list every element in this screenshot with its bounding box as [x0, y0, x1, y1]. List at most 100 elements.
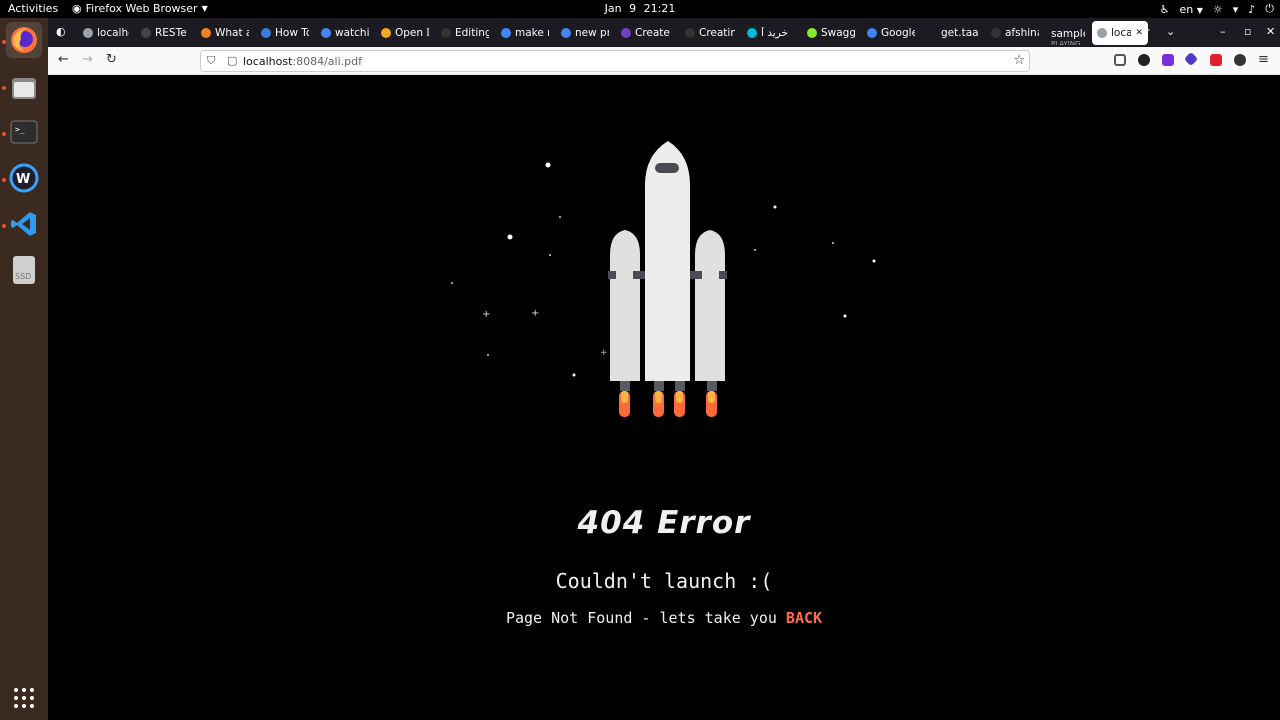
- error-message: Page Not Found - lets take you BACK: [48, 609, 1280, 627]
- url-text[interactable]: localhost:8084/ali.pdf: [243, 55, 362, 68]
- ublock-icon[interactable]: [1210, 54, 1222, 66]
- terminal-icon: >_: [10, 120, 38, 144]
- star: [487, 354, 489, 356]
- tab[interactable]: make n: [496, 21, 554, 45]
- right-booster: [695, 230, 725, 381]
- back-link[interactable]: BACK: [786, 609, 822, 627]
- show-applications-button[interactable]: [6, 680, 42, 716]
- brightness-icon[interactable]: ☼: [1213, 3, 1223, 16]
- activities-button[interactable]: Activities: [8, 2, 58, 15]
- dock-ssd-drive[interactable]: SSD: [6, 252, 42, 288]
- tab[interactable]: Open D: [376, 21, 434, 45]
- tab[interactable]: What a: [196, 21, 254, 45]
- page-content: + + + 404 Error Couldn't launch:(Page …: [48, 75, 1280, 720]
- tab[interactable]: Creating y: [680, 21, 740, 45]
- tab-label: Google: [881, 27, 915, 39]
- restore-button[interactable]: ▫: [1244, 25, 1251, 38]
- tab-label: localhost:: [97, 27, 129, 39]
- extension-diamond-icon[interactable]: [1183, 51, 1199, 67]
- new-tab-button[interactable]: +: [1140, 23, 1151, 38]
- rocket-core: [645, 141, 690, 381]
- error-message-text: Page Not Found - lets take you: [505, 609, 777, 627]
- tab[interactable]: Editing: [436, 21, 494, 45]
- svg-text:>_: >_: [15, 125, 25, 134]
- firefox-view-icon[interactable]: ◐: [56, 25, 66, 38]
- forward-arrow-icon[interactable]: →: [82, 52, 93, 67]
- twitch-extension-icon[interactable]: [1162, 54, 1174, 66]
- tab-label: What a: [215, 27, 249, 39]
- network-icon[interactable]: ▾: [1233, 3, 1239, 16]
- minimize-button[interactable]: –: [1220, 25, 1226, 38]
- tab-favicon-icon: [261, 28, 271, 38]
- star: [572, 373, 576, 377]
- dock-terminal[interactable]: >_: [6, 114, 42, 150]
- tab-label: localhos: [1111, 27, 1132, 39]
- back-arrow-icon[interactable]: ←: [58, 52, 69, 67]
- tab[interactable]: RESTe: [136, 21, 194, 45]
- dock: >_ W SSD: [0, 18, 48, 720]
- star: [559, 216, 561, 218]
- booster-strut: [719, 271, 727, 279]
- tab[interactable]: samplePLAYING: [1046, 21, 1090, 45]
- tab-strip: ◐ localhost: RESTe What a How To watchi Open …: [48, 18, 1280, 47]
- tab[interactable]: Swagg: [802, 21, 860, 45]
- drive-icon: SSD: [13, 256, 35, 284]
- tab-favicon-icon: [83, 28, 93, 38]
- power-icon[interactable]: ⏻: [1265, 2, 1274, 16]
- tab[interactable]: watchi: [316, 21, 374, 45]
- accessibility-icon[interactable]: ♿: [1160, 3, 1170, 16]
- page-info-icon[interactable]: ▢: [227, 54, 237, 67]
- tab[interactable]: Create: [616, 21, 678, 45]
- tab-label: Creating y: [699, 27, 735, 39]
- tab[interactable]: localhost:: [78, 21, 134, 45]
- booster-strut: [690, 271, 702, 279]
- close-window-button[interactable]: ✕: [1266, 25, 1275, 38]
- tab-favicon-icon: [1051, 21, 1061, 28]
- webstorm-icon: W: [9, 163, 39, 193]
- tab[interactable]: Google: [862, 21, 920, 45]
- tab[interactable]: afshina: [986, 21, 1044, 45]
- tab[interactable]: get.taagh: [922, 21, 984, 45]
- clock-time: 21:21: [643, 2, 676, 15]
- tab-favicon-icon: [807, 28, 817, 38]
- star: [773, 205, 777, 209]
- tab-favicon-icon: [141, 28, 151, 38]
- tab-favicon-icon: [201, 28, 211, 38]
- tab[interactable]: new pr: [556, 21, 614, 45]
- language-indicator[interactable]: en ▼: [1179, 3, 1202, 16]
- pocket-icon[interactable]: [1114, 54, 1126, 66]
- reload-icon[interactable]: ↻: [106, 52, 117, 67]
- navigation-toolbar: ← → ↻ ⛉ ▢ localhost:8084/ali.pdf ☆ ≡: [48, 47, 1280, 75]
- tab-favicon-icon: [561, 28, 571, 38]
- dock-firefox[interactable]: [6, 22, 42, 58]
- tab-favicon-icon: [927, 28, 937, 38]
- tab[interactable]: خرید آ: [742, 21, 800, 45]
- vscode-icon: [11, 212, 36, 236]
- app-menu[interactable]: ◉ Firefox Web Browser ▼: [72, 2, 208, 15]
- list-all-tabs-button[interactable]: ⌄: [1166, 25, 1175, 38]
- language-label: en: [1179, 2, 1194, 16]
- dock-webstorm[interactable]: W: [6, 160, 42, 196]
- tab-favicon-icon: [867, 28, 877, 38]
- tracking-shield-icon[interactable]: ⛉: [207, 54, 215, 68]
- extension-dark-icon[interactable]: [1234, 54, 1246, 66]
- star: [843, 314, 847, 318]
- bookmark-star-icon[interactable]: ☆: [1013, 53, 1025, 68]
- hamburger-menu-icon[interactable]: ≡: [1258, 52, 1269, 67]
- tab[interactable]: How To: [256, 21, 314, 45]
- clock[interactable]: Jan 9 21:21: [605, 2, 676, 15]
- star: +: [600, 348, 608, 358]
- address-bar[interactable]: ⛉ ▢ localhost:8084/ali.pdf ☆: [200, 50, 1030, 72]
- tab-favicon-icon: [685, 28, 695, 38]
- star: +: [482, 309, 490, 320]
- dock-files[interactable]: [6, 70, 42, 106]
- rocket-window: [655, 163, 679, 173]
- tab-label: new pr: [575, 27, 609, 39]
- tab-sublabel: PLAYING: [1051, 40, 1081, 45]
- volume-icon[interactable]: ♪: [1248, 3, 1255, 16]
- dock-vscode[interactable]: [6, 206, 42, 242]
- app-menu-label: Firefox Web Browser: [85, 2, 198, 15]
- extension-a-icon[interactable]: [1138, 54, 1150, 66]
- rocket-flames: [619, 381, 717, 417]
- svg-text:SSD: SSD: [15, 272, 31, 281]
